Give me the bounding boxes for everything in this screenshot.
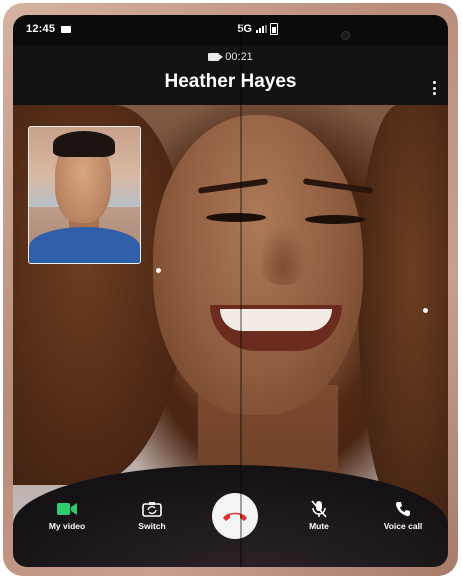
status-indicators: 5G: [237, 23, 278, 35]
video-status-icon: [61, 26, 71, 33]
switch-label: Switch: [138, 521, 166, 531]
call-header: 00:21 Heather Hayes: [13, 45, 448, 105]
status-time: 12:45: [26, 23, 56, 35]
remote-teeth: [220, 309, 332, 331]
video-call-icon: [208, 53, 224, 61]
self-view-thumbnail[interactable]: [28, 126, 141, 264]
switch-camera-button[interactable]: Switch: [112, 499, 192, 531]
remote-nose: [258, 225, 308, 285]
remote-eye-left: [206, 213, 266, 222]
call-duration: 00:21: [13, 51, 448, 63]
remote-hair-right: [358, 105, 448, 525]
caller-name: Heather Hayes: [164, 71, 297, 92]
my-video-label: My video: [48, 521, 86, 531]
signal-icon: [256, 25, 267, 33]
battery-icon: [270, 23, 278, 35]
foldable-device: 12:45 5G 00:21 Heather Hayes My video Sw…: [3, 3, 458, 576]
remote-earring-right: [423, 308, 428, 313]
phone-icon: [363, 499, 443, 519]
mic-off-icon: [279, 499, 359, 519]
video-call-screen: 12:45 5G 00:21 Heather Hayes My video Sw…: [13, 15, 448, 567]
mute-button[interactable]: Mute: [279, 499, 359, 531]
voice-call-button[interactable]: Voice call: [363, 499, 443, 531]
end-call-button[interactable]: [212, 493, 258, 539]
call-duration-text: 00:21: [225, 51, 253, 63]
self-view-shirt: [29, 227, 140, 263]
remote-earring-left: [156, 268, 161, 273]
fold-hinge: [240, 15, 242, 567]
more-options-icon[interactable]: [432, 81, 436, 95]
camera-switch-icon: [112, 499, 192, 519]
video-icon: [27, 499, 107, 519]
status-bar: 12:45 5G: [13, 15, 448, 45]
mute-label: Mute: [309, 521, 329, 531]
front-camera-icon: [341, 31, 350, 40]
remote-eye-right: [305, 215, 365, 224]
call-controls: My video Switch Mute Voice call: [13, 487, 448, 567]
my-video-button[interactable]: My video: [27, 499, 107, 531]
self-view-hair: [53, 131, 115, 157]
end-call-icon: [223, 512, 247, 521]
voice-call-label: Voice call: [383, 521, 423, 531]
